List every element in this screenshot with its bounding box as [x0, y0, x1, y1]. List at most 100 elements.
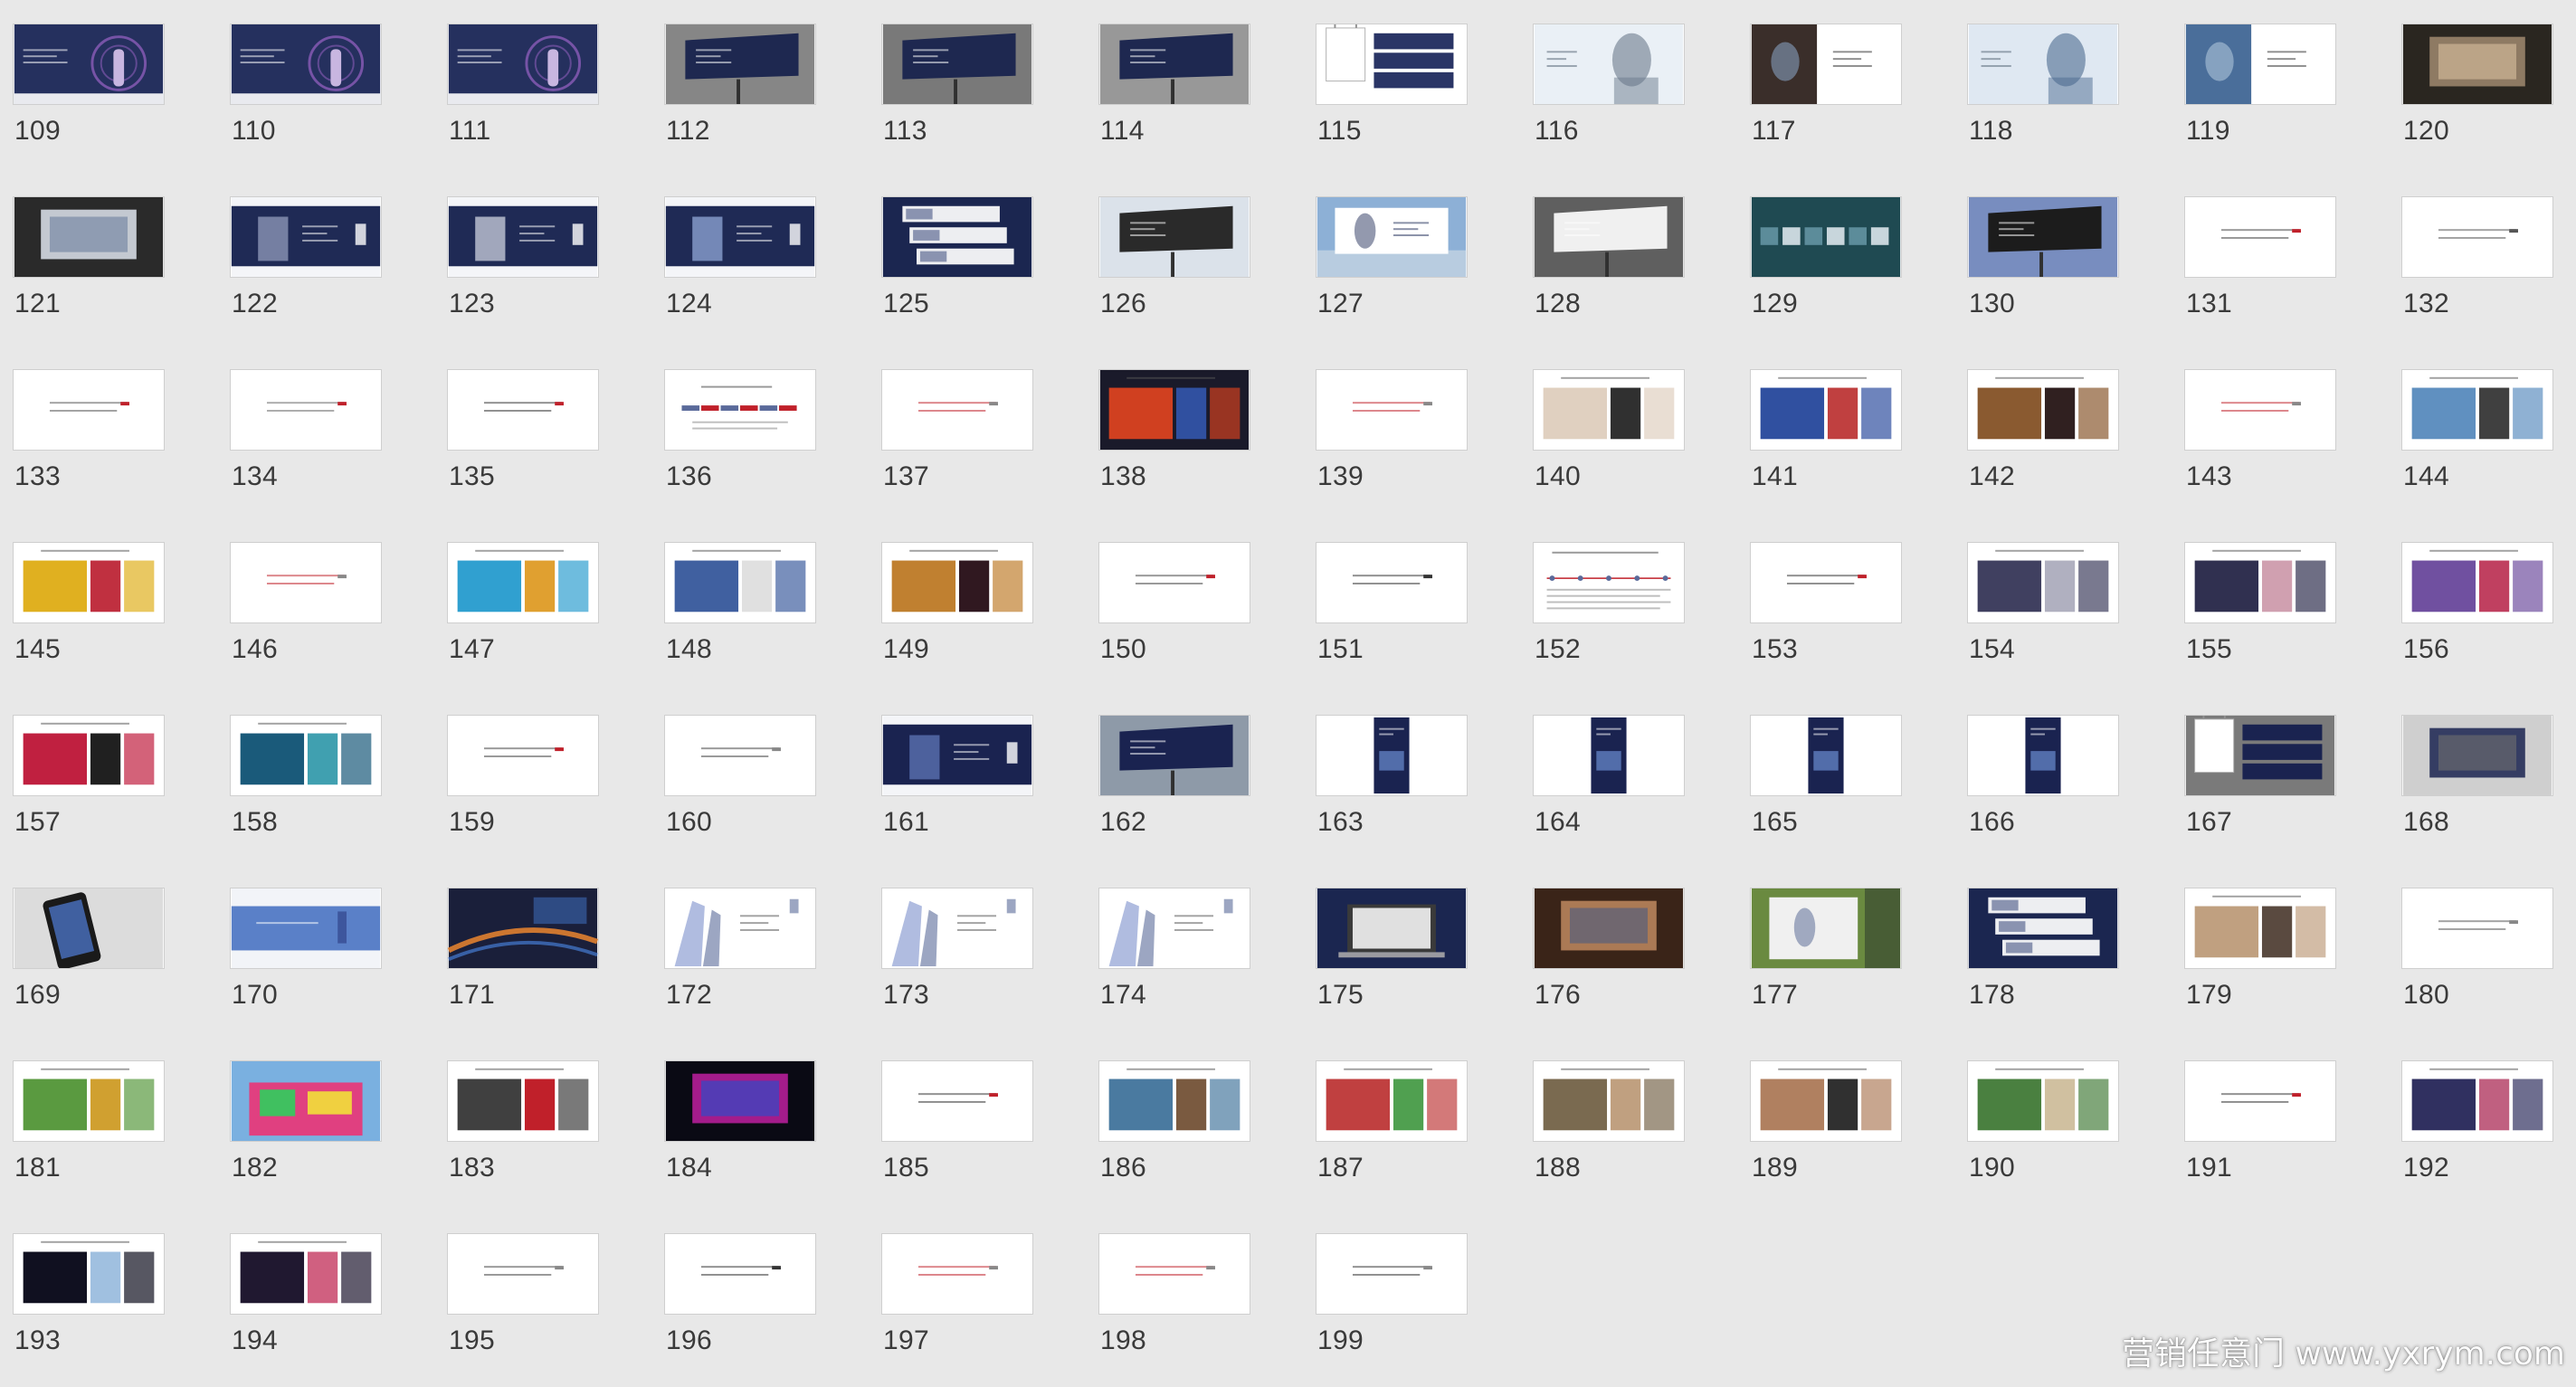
slide-thumbnail-114[interactable]: 114 [1098, 24, 1252, 177]
slide-thumbnail-149[interactable]: 149 [881, 542, 1035, 696]
slide-preview[interactable] [881, 196, 1033, 278]
slide-thumbnail-193[interactable]: 193 [13, 1233, 166, 1387]
slide-thumbnail-181[interactable]: 181 [13, 1060, 166, 1214]
slide-thumbnail-131[interactable]: 131 [2184, 196, 2338, 350]
slide-thumbnail-155[interactable]: 155 [2184, 542, 2338, 696]
slide-preview[interactable] [1967, 542, 2119, 623]
slide-preview[interactable] [1533, 24, 1685, 105]
slide-thumbnail-122[interactable]: 122 [230, 196, 384, 350]
slide-thumbnail-196[interactable]: 196 [664, 1233, 818, 1387]
slide-thumbnail-176[interactable]: 176 [1533, 888, 1687, 1041]
slide-preview[interactable] [1533, 715, 1685, 796]
slide-preview[interactable] [230, 1060, 382, 1142]
slide-preview[interactable] [1533, 369, 1685, 451]
slide-thumbnail-199[interactable]: 199 [1316, 1233, 1469, 1387]
slide-thumbnail-175[interactable]: 175 [1316, 888, 1469, 1041]
slide-preview[interactable] [230, 715, 382, 796]
slide-preview[interactable] [447, 1233, 599, 1315]
slide-preview[interactable] [447, 24, 599, 105]
slide-thumbnail-182[interactable]: 182 [230, 1060, 384, 1214]
slide-preview[interactable] [664, 888, 816, 969]
slide-preview[interactable] [881, 1233, 1033, 1315]
slide-preview[interactable] [2184, 196, 2336, 278]
slide-preview[interactable] [1098, 196, 1250, 278]
slide-preview[interactable] [1316, 369, 1468, 451]
slide-thumbnail-141[interactable]: 141 [1750, 369, 1904, 523]
slide-thumbnail-179[interactable]: 179 [2184, 888, 2338, 1041]
slide-thumbnail-185[interactable]: 185 [881, 1060, 1035, 1214]
slide-thumbnail-188[interactable]: 188 [1533, 1060, 1687, 1214]
slide-thumbnail-192[interactable]: 192 [2401, 1060, 2555, 1214]
slide-thumbnail-154[interactable]: 154 [1967, 542, 2121, 696]
slide-thumbnail-127[interactable]: 127 [1316, 196, 1469, 350]
slide-thumbnail-161[interactable]: 161 [881, 715, 1035, 869]
slide-thumbnail-140[interactable]: 140 [1533, 369, 1687, 523]
slide-preview[interactable] [1967, 1060, 2119, 1142]
slide-thumbnail-117[interactable]: 117 [1750, 24, 1904, 177]
slide-preview[interactable] [881, 369, 1033, 451]
slide-thumbnail-194[interactable]: 194 [230, 1233, 384, 1387]
slide-thumbnail-186[interactable]: 186 [1098, 1060, 1252, 1214]
slide-thumbnail-191[interactable]: 191 [2184, 1060, 2338, 1214]
slide-preview[interactable] [881, 24, 1033, 105]
slide-preview[interactable] [447, 542, 599, 623]
slide-preview[interactable] [2401, 369, 2553, 451]
slide-preview[interactable] [1098, 715, 1250, 796]
slide-preview[interactable] [1533, 542, 1685, 623]
slide-thumbnail-137[interactable]: 137 [881, 369, 1035, 523]
slide-preview[interactable] [2401, 542, 2553, 623]
slide-preview[interactable] [1750, 715, 1902, 796]
slide-preview[interactable] [1967, 715, 2119, 796]
slide-preview[interactable] [1967, 888, 2119, 969]
slide-thumbnail-126[interactable]: 126 [1098, 196, 1252, 350]
slide-preview[interactable] [881, 1060, 1033, 1142]
slide-thumbnail-115[interactable]: 115 [1316, 24, 1469, 177]
slide-preview[interactable] [1967, 369, 2119, 451]
slide-thumbnail-170[interactable]: 170 [230, 888, 384, 1041]
slide-preview[interactable] [13, 1233, 165, 1315]
slide-preview[interactable] [1098, 888, 1250, 969]
slide-thumbnail-174[interactable]: 174 [1098, 888, 1252, 1041]
slide-thumbnail-169[interactable]: 169 [13, 888, 166, 1041]
slide-thumbnail-148[interactable]: 148 [664, 542, 818, 696]
slide-preview[interactable] [664, 1233, 816, 1315]
slide-thumbnail-168[interactable]: 168 [2401, 715, 2555, 869]
slide-preview[interactable] [1533, 888, 1685, 969]
slide-preview[interactable] [230, 196, 382, 278]
slide-preview[interactable] [2401, 715, 2553, 796]
slide-thumbnail-166[interactable]: 166 [1967, 715, 2121, 869]
slide-preview[interactable] [664, 196, 816, 278]
slide-preview[interactable] [881, 715, 1033, 796]
slide-thumbnail-167[interactable]: 167 [2184, 715, 2338, 869]
slide-thumbnail-129[interactable]: 129 [1750, 196, 1904, 350]
slide-preview[interactable] [1098, 24, 1250, 105]
slide-thumbnail-184[interactable]: 184 [664, 1060, 818, 1214]
slide-preview[interactable] [2401, 1060, 2553, 1142]
slide-thumbnail-125[interactable]: 125 [881, 196, 1035, 350]
slide-thumbnail-130[interactable]: 130 [1967, 196, 2121, 350]
slide-preview[interactable] [1316, 1233, 1468, 1315]
slide-preview[interactable] [2184, 1060, 2336, 1142]
slide-thumbnail-111[interactable]: 111 [447, 24, 601, 177]
slide-thumbnail-198[interactable]: 198 [1098, 1233, 1252, 1387]
slide-preview[interactable] [1750, 888, 1902, 969]
slide-thumbnail-172[interactable]: 172 [664, 888, 818, 1041]
slide-preview[interactable] [1750, 369, 1902, 451]
slide-preview[interactable] [664, 715, 816, 796]
slide-thumbnail-178[interactable]: 178 [1967, 888, 2121, 1041]
slide-thumbnail-156[interactable]: 156 [2401, 542, 2555, 696]
slide-preview[interactable] [13, 888, 165, 969]
slide-preview[interactable] [1750, 24, 1902, 105]
slide-thumbnail-187[interactable]: 187 [1316, 1060, 1469, 1214]
slide-thumbnail-124[interactable]: 124 [664, 196, 818, 350]
slide-preview[interactable] [447, 1060, 599, 1142]
slide-thumbnail-158[interactable]: 158 [230, 715, 384, 869]
slide-thumbnail-146[interactable]: 146 [230, 542, 384, 696]
slide-preview[interactable] [230, 542, 382, 623]
slide-thumbnail-145[interactable]: 145 [13, 542, 166, 696]
slide-thumbnail-190[interactable]: 190 [1967, 1060, 2121, 1214]
slide-preview[interactable] [1750, 542, 1902, 623]
slide-thumbnail-171[interactable]: 171 [447, 888, 601, 1041]
slide-thumbnail-121[interactable]: 121 [13, 196, 166, 350]
slide-thumbnail-132[interactable]: 132 [2401, 196, 2555, 350]
